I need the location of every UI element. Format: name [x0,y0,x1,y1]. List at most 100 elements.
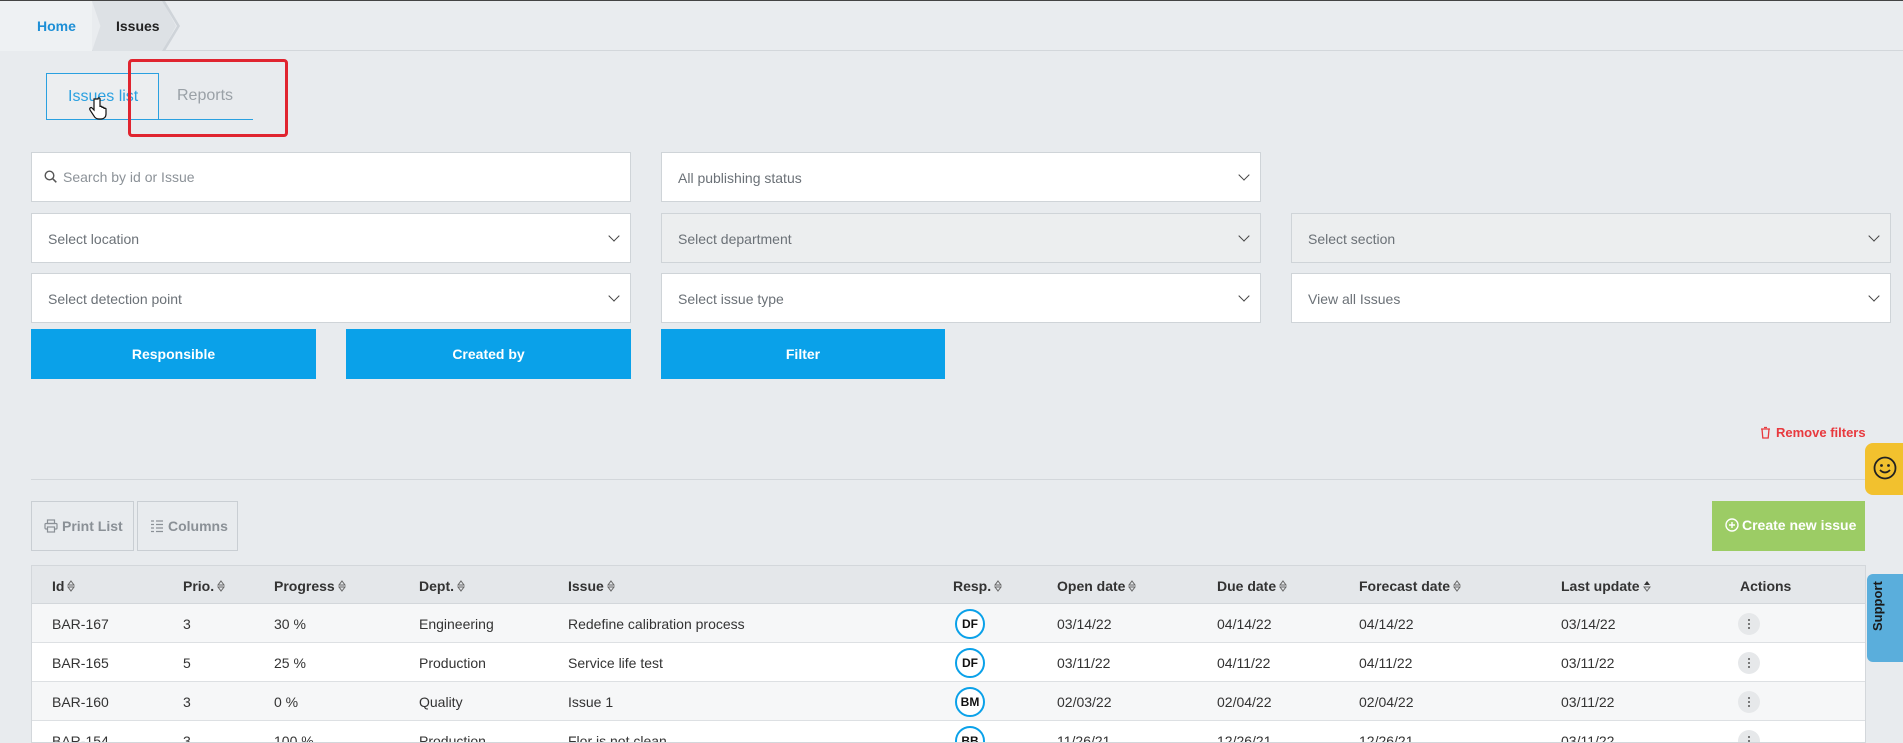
publishing-status-select[interactable]: All publishing status [661,152,1261,202]
cell-open-date: 11/26/21 [1057,733,1111,743]
chevron-down-icon [608,230,620,242]
breadcrumb-current: Issues [92,1,176,51]
section-select: Select section [1291,213,1891,263]
sort-icon [337,580,346,592]
chevron-down-icon [1868,290,1880,302]
support-label[interactable]: Support [1870,581,1885,631]
cell-issue[interactable]: Service life test [568,655,663,671]
breadcrumb-home-label[interactable]: Home [37,18,76,34]
cell-dept: Production [419,655,486,671]
header-last-update[interactable]: Last update [1561,578,1651,594]
table-row[interactable]: BAR-160 3 0 % Quality Issue 1 BM 02/03/2… [32,682,1865,721]
cell-issue[interactable]: Flor is not clean [568,733,667,742]
cell-issue[interactable]: Issue 1 [568,694,613,710]
cell-due-date: 04/14/22 [1217,616,1272,632]
sort-icon [1279,580,1288,592]
highlight-box [128,59,288,137]
responsible-button[interactable]: Responsible [31,329,316,379]
cell-id[interactable]: BAR-165 [52,655,109,671]
avatar: BB [955,726,985,742]
breadcrumb-current-label: Issues [116,18,160,34]
columns-label: Columns [168,518,228,534]
cell-dept: Engineering [419,616,494,632]
row-actions-button[interactable] [1738,691,1760,713]
row-actions-button[interactable] [1738,652,1760,674]
chevron-down-icon [1238,290,1250,302]
location-value: Select location [48,231,140,247]
header-id[interactable]: Id [52,578,76,594]
department-value: Select department [678,231,792,247]
view-issues-select[interactable]: View all Issues [1291,273,1891,323]
section-value: Select section [1308,231,1396,247]
hand-cursor-icon [89,97,107,120]
cell-id[interactable]: BAR-160 [52,694,109,710]
columns-button[interactable]: Columns [137,501,238,551]
sort-icon [994,580,1003,592]
chevron-down-icon [1238,169,1250,181]
table-row[interactable]: BAR-165 5 25 % Production Service life t… [32,643,1865,682]
cell-issue[interactable]: Redefine calibration process [568,616,745,632]
cell-last-update: 03/14/22 [1561,616,1616,632]
search-input[interactable] [63,153,613,201]
cell-dept: Production [419,733,486,743]
breadcrumb-home[interactable]: Home [0,1,92,51]
chevron-down-icon [608,290,620,302]
header-progress[interactable]: Progress [274,578,346,594]
row-actions-button[interactable] [1738,730,1760,742]
table-row[interactable]: BAR-154 3 100 % Production Flor is not c… [32,721,1865,743]
cell-due-date: 02/04/22 [1217,694,1272,710]
header-issue[interactable]: Issue [568,578,615,594]
avatar: BM [955,687,985,717]
cell-open-date: 02/03/22 [1057,694,1112,710]
issues-table: Id Prio. Progress Dept. Issue Resp. Open… [31,565,1866,743]
detection-point-select[interactable]: Select detection point [31,273,631,323]
remove-filters-label[interactable]: Remove filters [1776,425,1866,440]
detection-point-value: Select detection point [48,291,182,307]
header-open-date[interactable]: Open date [1057,578,1137,594]
feedback-tab[interactable] [1865,443,1903,495]
cell-prio: 3 [183,616,191,632]
sort-icon [1128,580,1137,592]
cell-open-date: 03/14/22 [1057,616,1112,632]
cell-forecast-date: 12/26/21 [1359,733,1414,743]
print-list-button[interactable]: Print List [31,501,134,551]
create-new-issue-button[interactable]: Create new issue [1712,501,1865,551]
header-prio[interactable]: Prio. [183,578,226,594]
header-actions: Actions [1740,578,1792,594]
support-tab[interactable]: Support [1867,574,1903,662]
remove-filters-link[interactable]: Remove filters [1760,425,1866,440]
view-issues-value: View all Issues [1308,291,1401,307]
cell-prio: 5 [183,655,191,671]
cell-last-update: 03/11/22 [1561,733,1615,743]
header-forecast-date[interactable]: Forecast date [1359,578,1462,594]
cell-dept: Quality [419,694,463,710]
cell-progress: 25 % [274,655,306,671]
table-row[interactable]: BAR-167 3 30 % Engineering Redefine cali… [32,604,1865,643]
cell-due-date: 12/26/21 [1217,733,1272,743]
search-icon [44,170,57,183]
location-select[interactable]: Select location [31,213,631,263]
chevron-down-icon [1238,230,1250,242]
issue-type-select[interactable]: Select issue type [661,273,1261,323]
cell-progress: 100 % [274,733,314,743]
sort-icon [606,580,615,592]
created-by-button[interactable]: Created by [346,329,631,379]
plus-circle-icon [1725,518,1739,532]
header-resp[interactable]: Resp. [953,578,1003,594]
search-field[interactable] [31,152,631,202]
cell-forecast-date: 02/04/22 [1359,694,1414,710]
cell-id[interactable]: BAR-167 [52,616,109,632]
avatar: DF [955,609,985,639]
row-actions-button[interactable] [1738,613,1760,635]
cell-id[interactable]: BAR-154 [52,733,109,742]
issue-type-value: Select issue type [678,291,784,307]
chevron-down-icon [1868,230,1880,242]
printer-icon [44,519,58,533]
cell-progress: 0 % [274,694,299,710]
divider [31,479,1866,480]
header-due-date[interactable]: Due date [1217,578,1288,594]
smiley-icon [1873,456,1897,480]
header-dept[interactable]: Dept. [419,578,465,594]
cell-due-date: 04/11/22 [1217,655,1271,671]
filter-button[interactable]: Filter [661,329,945,379]
